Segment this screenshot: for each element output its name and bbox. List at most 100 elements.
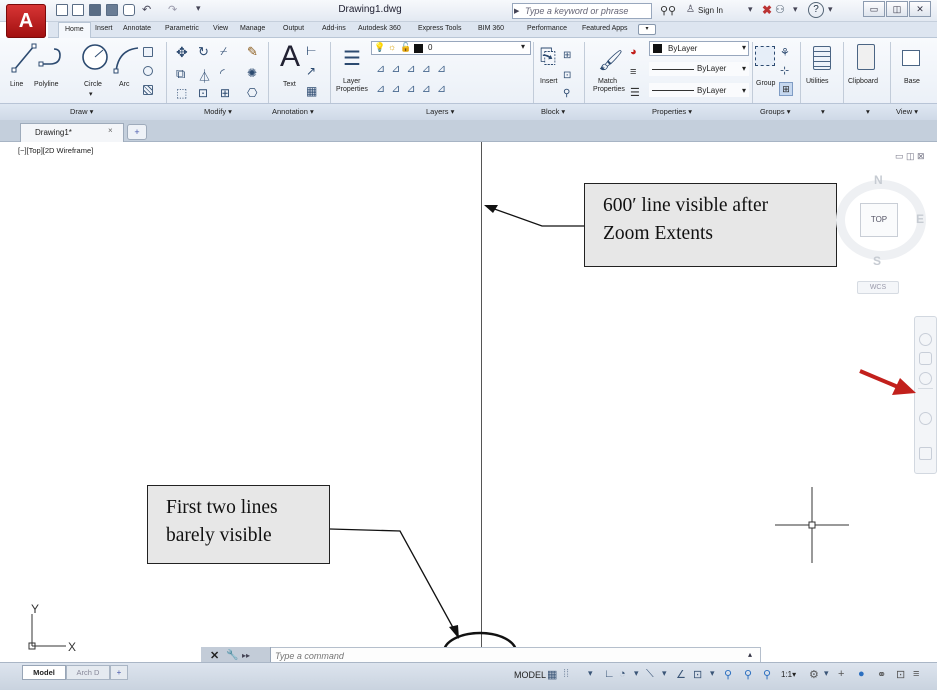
offset-icon[interactable]: ⎔: [247, 86, 257, 100]
color-dropdown-chevron-icon[interactable]: ▾: [742, 43, 746, 52]
help-icon[interactable]: ?: [808, 2, 824, 18]
hardware-acceleration-icon[interactable]: ⚭: [877, 668, 886, 681]
panel-draw-label[interactable]: Draw ▾: [70, 107, 93, 116]
grid-icon[interactable]: ▦: [547, 668, 557, 681]
new-tab-button[interactable]: +: [127, 124, 147, 140]
autodesk-360-icon[interactable]: ⚇: [775, 3, 785, 16]
layer-properties-icon[interactable]: ☰: [343, 46, 361, 71]
clipboard-label[interactable]: Clipboard: [848, 78, 878, 85]
isodraft-icon[interactable]: ⟍: [646, 668, 654, 681]
tab-featured-apps[interactable]: Featured Apps: [582, 25, 628, 32]
copy-icon[interactable]: ⧉: [176, 66, 185, 82]
tab-manage[interactable]: Manage: [240, 25, 265, 32]
calculator-icon[interactable]: [813, 46, 831, 70]
layer-tools-row-1-icon[interactable]: ⊿⊿⊿⊿⊿: [376, 62, 452, 75]
isodraft-dropdown-icon[interactable]: ▾: [662, 668, 667, 679]
lineweight-dropdown-chevron-icon[interactable]: ▾: [742, 86, 746, 95]
annotation-scale-value[interactable]: 1:1▾: [781, 670, 796, 679]
wcs-menu[interactable]: WCS: [857, 281, 899, 294]
layer-on-icon[interactable]: 💡: [374, 42, 385, 53]
tab-output[interactable]: Output: [283, 25, 304, 32]
new-file-icon[interactable]: [56, 4, 68, 16]
layout-tab-arch-d[interactable]: Arch D: [66, 665, 110, 680]
arc-icon[interactable]: [112, 44, 140, 74]
erase-icon[interactable]: ✎: [247, 44, 258, 60]
panel-annotation-label[interactable]: Annotation ▾: [272, 107, 314, 116]
compass-south[interactable]: S: [873, 254, 881, 268]
signin-dropdown-icon[interactable]: ▾: [748, 4, 753, 15]
panel-layers-label[interactable]: Layers ▾: [426, 107, 454, 116]
steering-wheel-icon[interactable]: [919, 333, 932, 346]
text-tool-label[interactable]: Text: [283, 81, 296, 88]
tab-bim-360[interactable]: BIM 360: [478, 25, 504, 32]
polar-tracking-icon[interactable]: ◔: [619, 668, 626, 680]
group-selection-icon[interactable]: ⊞: [779, 82, 793, 96]
arc-tool-label[interactable]: Arc: [119, 81, 130, 88]
dimension-icon[interactable]: ⊢: [306, 44, 316, 58]
tab-insert[interactable]: Insert: [95, 25, 113, 32]
close-window-button[interactable]: ✕: [909, 1, 931, 17]
base-label[interactable]: Base: [904, 78, 920, 85]
leader-icon[interactable]: ↗: [306, 64, 316, 78]
compass-east[interactable]: E: [916, 212, 924, 226]
ungroup-icon[interactable]: ⚘: [780, 46, 790, 59]
circle-tool-label[interactable]: Circle: [84, 81, 102, 88]
snap-dropdown-icon[interactable]: ▾: [588, 668, 593, 679]
text-tool-icon[interactable]: A: [280, 40, 300, 74]
panel-modify-label[interactable]: Modify ▾: [204, 107, 232, 116]
close-tab-icon[interactable]: ×: [108, 126, 113, 135]
zoom-extents-icon[interactable]: [919, 372, 932, 385]
tab-add-ins[interactable]: Add-ins: [322, 25, 346, 32]
search-input[interactable]: Type a keyword or phrase: [512, 3, 652, 19]
close-command-line-icon[interactable]: ✕: [210, 649, 219, 662]
mirror-icon[interactable]: ⏃: [198, 66, 211, 85]
move-icon[interactable]: ✥: [176, 44, 188, 61]
viewport-window-controls[interactable]: ▭ ◫ ⊠: [895, 151, 925, 162]
compass-north[interactable]: N: [874, 173, 883, 187]
hatch-icon[interactable]: [143, 85, 153, 95]
match-properties-label-1[interactable]: Match: [598, 78, 617, 85]
tab-parametric[interactable]: Parametric: [165, 25, 199, 32]
tab-autodesk-360[interactable]: Autodesk 360: [358, 25, 401, 32]
block-attributes-icon[interactable]: ⚲: [563, 88, 570, 99]
circle-icon[interactable]: [80, 42, 112, 74]
clipboard-icon[interactable]: [857, 44, 875, 70]
undo-icon[interactable]: ↶: [142, 3, 151, 16]
showmotion-icon[interactable]: [919, 447, 932, 460]
panel-utilities-dropdown-icon[interactable]: ▾: [821, 107, 825, 116]
group-edit-icon[interactable]: ⊹: [780, 64, 789, 77]
utilities-label[interactable]: Utilities: [806, 78, 829, 85]
ortho-icon[interactable]: ∟: [604, 668, 615, 680]
restore-window-button[interactable]: ◫: [886, 1, 908, 17]
rectangle-icon[interactable]: [143, 47, 153, 57]
ellipse-icon[interactable]: [143, 66, 153, 76]
line-icon[interactable]: [10, 42, 38, 74]
workspace-gear-icon[interactable]: ⚙: [809, 668, 819, 681]
exchange-apps-icon[interactable]: ✖: [762, 3, 772, 17]
pan-icon[interactable]: [919, 352, 932, 365]
group-tool-label[interactable]: Group: [756, 80, 775, 87]
snap-icon[interactable]: ⁞⁞: [563, 668, 569, 680]
viewport-controls-label[interactable]: [−][Top][2D Wireframe]: [18, 146, 93, 155]
sign-in-link[interactable]: Sign In: [698, 6, 723, 15]
explode-icon[interactable]: ✺: [247, 66, 257, 80]
fillet-icon[interactable]: ◜: [220, 66, 225, 80]
application-menu-button[interactable]: A: [6, 4, 46, 38]
circle-dropdown-icon[interactable]: ▾: [89, 90, 93, 98]
annotation-scale-icon[interactable]: ⚲: [763, 668, 771, 681]
trim-icon[interactable]: ⌿: [220, 44, 227, 59]
workspace-dropdown-icon[interactable]: ▾: [824, 668, 829, 679]
open-file-icon[interactable]: [72, 4, 84, 16]
scale-icon[interactable]: ⊡: [198, 86, 208, 100]
line-tool-label[interactable]: Line: [10, 81, 23, 88]
base-view-icon[interactable]: [902, 50, 920, 66]
edit-block-icon[interactable]: ⊡: [563, 70, 571, 81]
help-dropdown-icon[interactable]: ▾: [828, 4, 833, 15]
orbit-icon[interactable]: [919, 412, 932, 425]
array-icon[interactable]: ⊞: [220, 86, 230, 100]
match-properties-icon[interactable]: 🖌: [598, 48, 623, 73]
tab-home[interactable]: Home: [58, 22, 91, 38]
polyline-tool-label[interactable]: Polyline: [34, 81, 59, 88]
polar-dropdown-icon[interactable]: ▾: [634, 668, 639, 679]
annotation-visibility-icon[interactable]: ⚲: [724, 668, 732, 681]
